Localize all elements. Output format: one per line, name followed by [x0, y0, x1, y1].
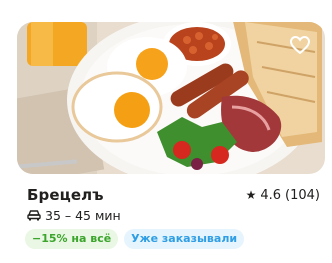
restaurant-photo[interactable] [17, 22, 325, 174]
car-icon [27, 210, 41, 221]
rating: ★ 4.6 (104) [246, 188, 320, 203]
heart-icon [290, 36, 310, 54]
star-icon: ★ [245, 188, 257, 202]
restaurant-name[interactable]: Брецелъ [27, 186, 104, 204]
rating-count: (104) [285, 187, 320, 203]
breakfast-image [17, 22, 325, 174]
delivery-info: 35 – 45 мин [27, 206, 121, 224]
rating-value: 4.6 [260, 187, 282, 203]
already-ordered-badge: Уже заказывали [124, 229, 245, 249]
delivery-time: 35 – 45 мин [45, 207, 121, 223]
title-row: Брецелъ ★ 4.6 (104) [27, 184, 320, 206]
restaurant-card[interactable]: Брецелъ ★ 4.6 (104) 35 – 45 мин −15% на … [0, 0, 332, 263]
discount-badge: −15% на всё [25, 229, 119, 249]
favorite-button[interactable] [287, 32, 313, 58]
badges: −15% на всё Уже заказывали [25, 229, 245, 249]
